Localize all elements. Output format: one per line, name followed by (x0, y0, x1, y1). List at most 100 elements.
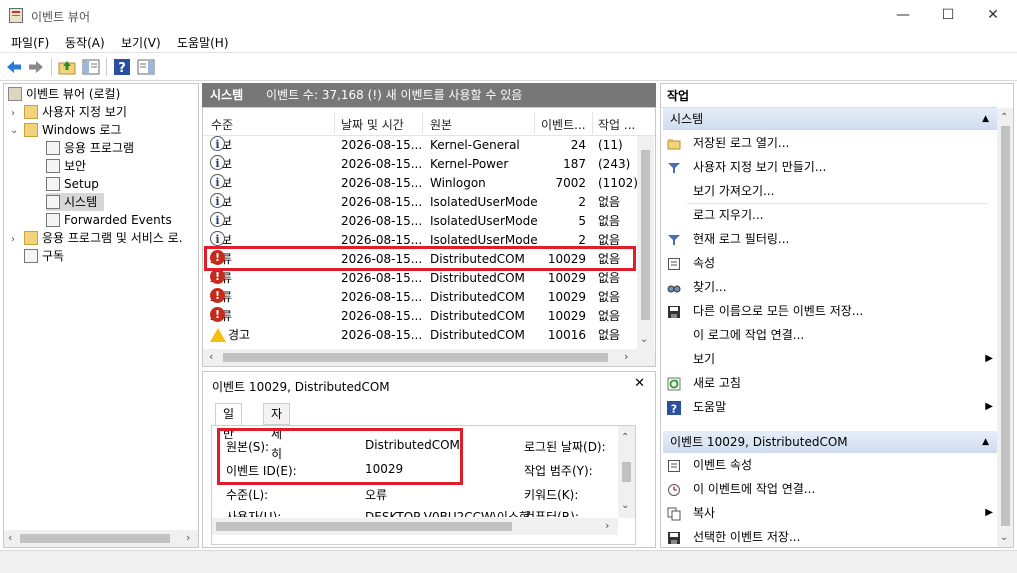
show-hide-tree-icon[interactable] (82, 58, 100, 76)
scroll-up-icon[interactable]: ⌃ (1000, 112, 1008, 123)
forward-arrow-icon[interactable] (27, 58, 45, 76)
collapse-icon[interactable]: ▲ (982, 431, 989, 453)
menu-file[interactable]: 파일(F) (11, 34, 49, 51)
column-divider[interactable] (422, 112, 423, 134)
column-level[interactable]: 수준 (211, 116, 233, 133)
action-items1-10[interactable]: 새로 고침 (667, 372, 997, 394)
section-selected-event[interactable]: 이벤트 10029, DistributedCOM ▲ (663, 431, 997, 453)
action-items1-2[interactable]: 보기 가져오기... (667, 180, 997, 202)
scroll-right-icon[interactable]: › (624, 350, 628, 363)
column-source[interactable]: 원본 (430, 116, 452, 133)
user-value[interactable]: DESKTOP-V0BU2CCW\이소현 (365, 509, 530, 517)
action-items1-5[interactable]: 속성 (667, 252, 997, 274)
tab-general[interactable]: 일반 (215, 403, 243, 441)
table-row[interactable]: i정보 2026-08-15... IsolatedUserMode 2 없음 (203, 231, 637, 250)
action-items1-8[interactable]: 이 로그에 작업 연결... (667, 324, 997, 346)
table-row[interactable]: !오류 2026-08-15... DistributedCOM 10029 없음 (203, 250, 637, 269)
scrollbar-thumb[interactable] (641, 150, 650, 320)
tree-item-apps-and-services-logs[interactable]: 응용 프로그램 및 서비스 로. (24, 229, 183, 247)
help-icon[interactable]: ? (113, 58, 131, 76)
column-divider[interactable] (534, 112, 535, 134)
scroll-left-icon[interactable]: ‹ (209, 350, 213, 363)
table-row[interactable]: !오류 2026-08-15... DistributedCOM 10029 없음 (203, 288, 637, 307)
scroll-down-icon[interactable]: ⌄ (1000, 532, 1008, 543)
event-list-horizontal-scrollbar[interactable]: ‹ › (203, 349, 655, 366)
tree-item-event-viewer-local[interactable]: 이벤트 뷰어 (로컬) (8, 85, 120, 103)
tree-item-windows-logs[interactable]: Windows 로그 (24, 121, 121, 139)
scrollbar-thumb[interactable] (1001, 126, 1010, 526)
action-items1-3[interactable]: 로그 지우기... (667, 204, 997, 226)
scroll-right-icon[interactable]: › (605, 519, 609, 532)
column-event-id[interactable]: 이벤트... (541, 116, 586, 133)
column-divider[interactable] (334, 112, 335, 134)
table-row[interactable]: !오류 2026-08-15... DistributedCOM 10029 없음 (203, 307, 637, 326)
table-row[interactable]: i정보 2026-08-15... Kernel-Power 187 (243) (203, 155, 637, 174)
action-items1-11[interactable]: ? 도움말 ▶ (667, 396, 997, 418)
action-items1-6[interactable]: 찾기... (667, 276, 997, 298)
scroll-up-icon[interactable]: ⌃ (621, 432, 629, 443)
close-icon[interactable]: ✕ (634, 376, 645, 391)
scrollbar-thumb[interactable] (216, 522, 512, 531)
column-task-category[interactable]: 작업 ... (598, 116, 635, 133)
menu-help[interactable]: 도움말(H) (177, 34, 229, 51)
action-items1-9[interactable]: 보기 ▶ (667, 348, 997, 370)
event-list-vertical-scrollbar[interactable]: ⌄ (637, 136, 654, 349)
show-hide-action-pane-icon[interactable] (137, 58, 155, 76)
tree-horizontal-scrollbar[interactable]: ‹ › (4, 530, 198, 547)
section-system[interactable]: 시스템 ▲ (663, 108, 997, 130)
scroll-down-icon[interactable]: ⌄ (640, 334, 648, 345)
source-value[interactable]: DistributedCOM (365, 438, 460, 452)
tree-item-application[interactable]: 응용 프로그램 (46, 139, 134, 157)
table-row[interactable]: i정보 2026-08-15... Kernel-General 24 (11) (203, 136, 637, 155)
warning-icon (210, 328, 226, 342)
table-row[interactable]: !오류 2026-08-15... DistributedCOM 10029 없음 (203, 269, 637, 288)
maximize-button[interactable]: ☐ (925, 0, 971, 31)
level-text: 경고 (228, 328, 251, 342)
menu-action[interactable]: 동작(A) (65, 34, 105, 51)
action-items1-1[interactable]: 사용자 지정 보기 만들기... (667, 156, 997, 178)
scroll-left-icon[interactable]: ‹ (8, 531, 12, 544)
chevron-right-icon[interactable]: › (11, 108, 15, 119)
table-row[interactable]: 경고 2026-08-15... DistributedCOM 10016 없음 (203, 326, 637, 345)
scroll-right-icon[interactable]: › (186, 531, 190, 544)
back-arrow-icon[interactable] (5, 58, 23, 76)
table-row[interactable]: i정보 2026-08-15... Winlogon 7002 (1102) (203, 174, 638, 193)
column-divider[interactable] (592, 112, 593, 134)
up-folder-icon[interactable] (58, 58, 76, 76)
action-items2-0[interactable]: 이벤트 속성 (667, 454, 997, 476)
table-row[interactable]: i정보 2026-08-15... IsolatedUserMode 2 없음 (203, 193, 637, 212)
tree-item-subscriptions[interactable]: 구독 (24, 247, 64, 265)
scrollbar-thumb[interactable] (622, 462, 631, 482)
column-date-time[interactable]: 날짜 및 시간 (341, 116, 404, 133)
tree-item-forwarded-events[interactable]: Forwarded Events (46, 211, 172, 229)
action-items2-2[interactable]: 복사 ▶ (667, 502, 997, 524)
action-items2-1[interactable]: 이 이벤트에 작업 연결... (667, 478, 997, 500)
level-cell: !오류 (210, 269, 232, 288)
action-items1-0[interactable]: 저장된 로그 열기... (667, 132, 997, 154)
tab-details[interactable]: 자세히 (263, 403, 291, 461)
scroll-down-icon[interactable]: ⌄ (621, 500, 629, 511)
chevron-down-icon[interactable]: ⌄ (10, 125, 18, 136)
scrollbar-thumb[interactable] (20, 534, 170, 543)
event-id-value[interactable]: 10029 (365, 462, 403, 476)
tree-item-setup[interactable]: Setup (46, 175, 99, 193)
level-cell: 경고 (210, 326, 250, 345)
menu-view[interactable]: 보기(V) (121, 34, 161, 51)
action-items1-7[interactable]: 다른 이름으로 모든 이벤트 저장... (667, 300, 997, 322)
minimize-button[interactable]: — (880, 0, 926, 31)
scrollbar-thumb[interactable] (223, 353, 608, 362)
close-button[interactable]: ✕ (970, 0, 1016, 31)
action-items1-4[interactable]: 현재 로그 필터링... (667, 228, 997, 250)
actions-vertical-scrollbar[interactable]: ⌃ ⌄ (997, 108, 1013, 547)
tree-item-custom-views[interactable]: 사용자 지정 보기 (24, 103, 127, 121)
collapse-icon[interactable]: ▲ (982, 108, 989, 130)
tree-item-security[interactable]: 보안 (46, 157, 86, 175)
table-row[interactable]: i정보 2026-08-15... IsolatedUserMode 5 없음 (203, 212, 637, 231)
tree-item-system[interactable]: 시스템 (46, 193, 104, 211)
level-value[interactable]: 오류 (365, 486, 387, 503)
detail-horizontal-scrollbar[interactable]: › (212, 518, 618, 535)
chevron-right-icon[interactable]: › (11, 234, 15, 245)
detail-vertical-scrollbar[interactable]: ⌃ ⌄ (618, 426, 635, 518)
action-items2-3[interactable]: 선택한 이벤트 저장... (667, 526, 997, 547)
info-icon: i (210, 136, 225, 151)
